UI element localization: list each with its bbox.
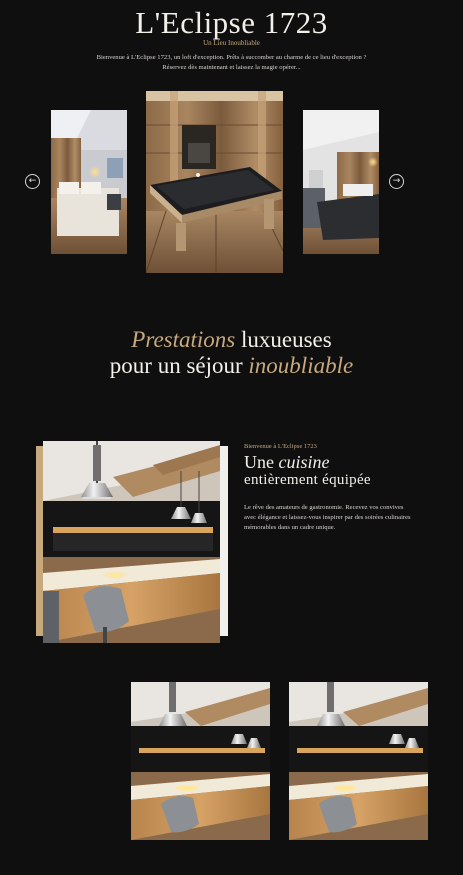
intro-line-1: Bienvenue à L'Eclipse 1723, un loft d'ex… <box>96 54 367 61</box>
feature-image-frame-accent <box>220 446 228 636</box>
kitchen-thumbnail-1[interactable] <box>131 682 270 840</box>
feature-description: Le rêve des amateurs de gastronomie. Rec… <box>244 504 411 531</box>
carousel-next-button[interactable]: → <box>389 174 404 189</box>
carousel-slide-bedroom[interactable] <box>51 110 127 254</box>
kitchen-thumbnail-2[interactable] <box>289 682 428 840</box>
intro-text: Bienvenue à L'Eclipse 1723, un loft d'ex… <box>40 53 423 73</box>
arrow-left-icon: ← <box>28 176 37 186</box>
section-heading-line-1: Prestations luxueuses <box>131 327 332 352</box>
section-heading: Prestations luxueuses pour un séjour ino… <box>0 327 463 379</box>
arrow-right-icon: → <box>392 176 401 186</box>
site-subtitle: Un Lieu Inoubliable <box>203 39 260 47</box>
carousel-prev-button[interactable]: ← <box>25 174 40 189</box>
carousel-slide-billiard[interactable] <box>146 91 283 273</box>
section-heading-line-2: pour un séjour inoubliable <box>109 353 354 378</box>
intro-line-2: Réservez dès maintenant et laissez la ma… <box>162 64 301 71</box>
feature-eyebrow: Bienvenue à L'Eclipse 1723 <box>244 443 317 450</box>
carousel-slide-bedroom-2[interactable] <box>303 110 379 254</box>
kitchen-feature-image <box>43 441 220 643</box>
feature-title: Une cuisine entièrement équipée <box>244 452 371 489</box>
site-title: L'Eclipse 1723 <box>135 5 328 40</box>
